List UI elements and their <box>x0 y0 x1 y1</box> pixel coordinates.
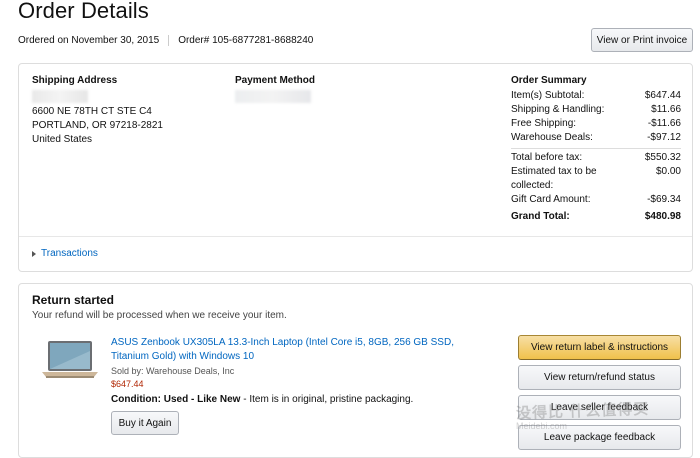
condition-note: - Item is in original, pristine packagin… <box>240 394 414 405</box>
summary-label: Gift Card Amount: <box>511 194 591 205</box>
shipping-line-3: United States <box>32 134 93 145</box>
summary-value: $647.44 <box>644 90 681 101</box>
product-title-link[interactable]: ASUS Zenbook UX305LA 13.3-Inch Laptop (I… <box>111 336 491 364</box>
item-price: $647.44 <box>111 379 144 389</box>
summary-value: $550.32 <box>644 152 681 163</box>
summary-label: Item(s) Subtotal: <box>511 90 585 101</box>
order-summary-title: Order Summary <box>511 75 587 86</box>
payment-method-title: Payment Method <box>235 75 316 86</box>
order-summary: Order Summary Item(s) Subtotal: $647.44 … <box>511 75 681 224</box>
return-actions: View return label & instructions View re… <box>518 335 681 455</box>
summary-row-estimated-tax: Estimated tax to be collected: $0.00 <box>511 165 681 193</box>
page-title: Order Details <box>18 0 149 23</box>
summary-label: Warehouse Deals: <box>511 132 593 143</box>
caret-right-icon <box>32 250 36 257</box>
shipping-line-2: PORTLAND, OR 97218-2821 <box>32 120 163 131</box>
transactions-toggle[interactable]: Transactions <box>32 248 98 259</box>
summary-label: Free Shipping: <box>511 118 577 129</box>
summary-value: -$97.12 <box>647 132 681 143</box>
buy-it-again-button[interactable]: Buy it Again <box>111 411 179 435</box>
summary-row: Item(s) Subtotal: $647.44 <box>511 89 681 103</box>
view-return-label-button[interactable]: View return label & instructions <box>518 335 681 360</box>
return-item-info: ASUS Zenbook UX305LA 13.3-Inch Laptop (I… <box>111 336 491 405</box>
redacted-payment-info <box>235 90 311 103</box>
summary-row: Shipping & Handling: $11.66 <box>511 103 681 117</box>
shipping-line-1: 6600 NE 78TH CT STE C4 <box>32 106 152 117</box>
grand-total-value: $480.98 <box>644 211 681 222</box>
shipping-address-title: Shipping Address <box>32 75 118 86</box>
summary-label: Total before tax: <box>511 152 583 163</box>
meta-separator <box>168 35 170 46</box>
order-number: Order# 105-6877281-8688240 <box>178 35 314 46</box>
order-date: Ordered on November 30, 2015 <box>18 35 160 46</box>
summary-label: Estimated tax to be collected: <box>511 166 597 191</box>
leave-package-feedback-button[interactable]: Leave package feedback <box>518 425 681 450</box>
summary-value: -$11.66 <box>647 118 681 129</box>
item-condition: Condition: Used - Like New - Item is in … <box>111 394 491 405</box>
view-print-invoice-button[interactable]: View or Print invoice <box>591 28 693 52</box>
summary-value: $11.66 <box>651 104 681 115</box>
order-meta: Ordered on November 30, 2015 Order# 105-… <box>18 35 313 46</box>
redacted-recipient-name <box>32 90 88 103</box>
summary-label: Shipping & Handling: <box>511 104 605 115</box>
view-refund-status-button[interactable]: View return/refund status <box>518 365 681 390</box>
order-info-box: Shipping Address 6600 NE 78TH CT STE C4 … <box>18 63 693 272</box>
summary-row-gift-card: Gift Card Amount: -$69.34 <box>511 193 681 207</box>
sold-by: Sold by: Warehouse Deals, Inc <box>111 366 235 376</box>
return-status-subtitle: Your refund will be processed when we re… <box>32 310 287 321</box>
summary-row-grand-total: Grand Total: $480.98 <box>511 210 681 224</box>
summary-divider <box>511 148 681 149</box>
summary-value: -$69.34 <box>647 194 681 205</box>
summary-row: Warehouse Deals: -$97.12 <box>511 131 681 145</box>
section-divider <box>19 236 692 237</box>
summary-value: $0.00 <box>655 166 681 177</box>
payment-method: Payment Method <box>235 75 315 103</box>
return-box: Return started Your refund will be proce… <box>18 283 693 458</box>
return-status-title: Return started <box>32 293 115 307</box>
grand-total-label: Grand Total: <box>511 211 570 222</box>
transactions-label[interactable]: Transactions <box>41 248 98 259</box>
shipping-address: Shipping Address 6600 NE 78TH CT STE C4 … <box>32 75 163 147</box>
summary-row-total-before-tax: Total before tax: $550.32 <box>511 151 681 165</box>
condition-label: Condition: Used - Like New <box>111 394 241 405</box>
laptop-product-image[interactable] <box>40 339 100 381</box>
leave-seller-feedback-button[interactable]: Leave seller feedback <box>518 395 681 420</box>
summary-row: Free Shipping: -$11.66 <box>511 117 681 131</box>
